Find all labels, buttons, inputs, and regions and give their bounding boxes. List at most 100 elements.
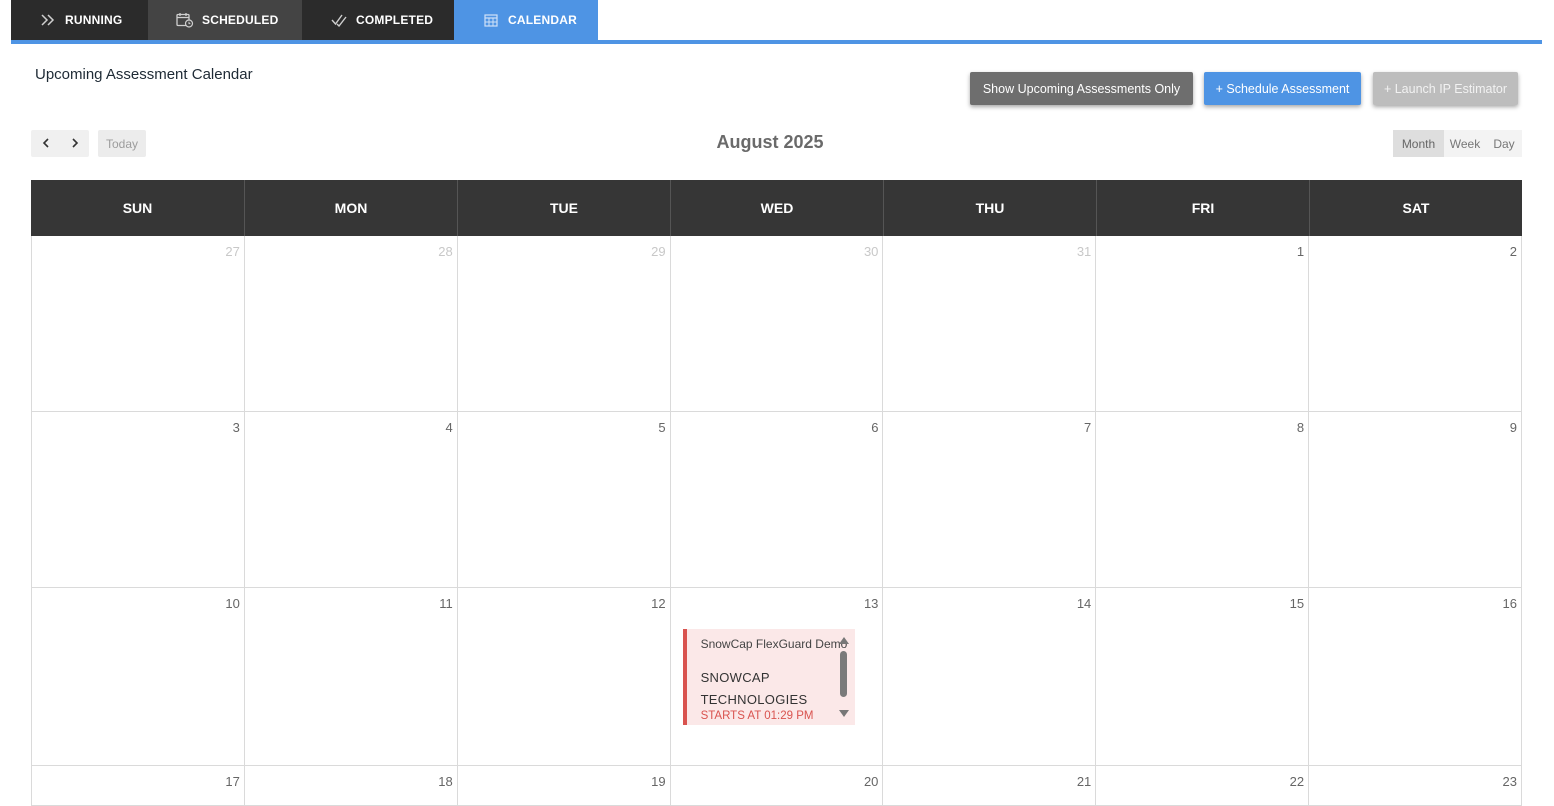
- day-cell[interactable]: 1: [1096, 236, 1310, 412]
- month-title: August 2025: [716, 132, 824, 152]
- day-number: 11: [439, 596, 453, 611]
- view-switcher: Month Week Day: [1393, 130, 1522, 157]
- day-cell[interactable]: 14: [883, 588, 1097, 766]
- day-number: 23: [1502, 774, 1517, 789]
- day-number: 19: [651, 774, 666, 789]
- day-cell[interactable]: 11: [244, 588, 458, 766]
- day-number: 29: [651, 244, 666, 259]
- next-month-button[interactable]: [60, 130, 89, 157]
- day-number: 20: [863, 774, 879, 789]
- day-cell[interactable]: 28: [244, 236, 458, 412]
- chevron-left-icon: [42, 135, 50, 153]
- calendar-week: 27 28 29 30 31 1 2: [31, 236, 1522, 412]
- event-company: SNOWCAP TECHNOLOGIES: [700, 670, 808, 707]
- view-month-button[interactable]: Month: [1393, 130, 1444, 157]
- calendar-grid-icon: [482, 11, 500, 29]
- tab-completed[interactable]: COMPLETED: [302, 0, 454, 40]
- day-cell[interactable]: 17: [32, 766, 245, 806]
- tab-scheduled[interactable]: SCHEDULED: [148, 0, 302, 40]
- day-cell[interactable]: 30: [670, 236, 884, 412]
- assessment-event[interactable]: SnowCap FlexGuard Demo SNOWCAP TECHNOLOG…: [682, 629, 855, 725]
- day-cell[interactable]: 23: [1309, 766, 1522, 806]
- tab-running[interactable]: RUNNING: [11, 0, 148, 40]
- schedule-assessment-button[interactable]: + Schedule Assessment: [1204, 72, 1361, 105]
- day-number: 4: [445, 420, 453, 435]
- day-number: 8: [1296, 420, 1305, 435]
- day-number: 17: [225, 774, 240, 789]
- day-cell[interactable]: 31: [883, 236, 1097, 412]
- day-number: 12: [651, 596, 666, 611]
- weekday-label: SUN: [122, 200, 153, 216]
- launch-ip-estimator-button[interactable]: + Launch IP Estimator: [1373, 72, 1518, 105]
- chevron-right-icon: [71, 135, 79, 153]
- day-number: 14: [1076, 596, 1092, 611]
- day-number: 6: [871, 420, 879, 435]
- prev-month-button[interactable]: [31, 130, 60, 157]
- weekday-label: TUE: [457, 180, 670, 236]
- tab-label: RUNNING: [65, 13, 123, 27]
- tab-label: COMPLETED: [356, 13, 434, 27]
- weekday-label: WED: [670, 180, 883, 236]
- day-cell[interactable]: 4: [244, 412, 458, 588]
- day-cell[interactable]: 3: [32, 412, 245, 588]
- day-cell[interactable]: 13 SnowCap FlexGuard Demo SNOWCAP TECHNO…: [670, 588, 884, 766]
- calendar-clock-icon: [176, 11, 194, 29]
- scroll-up-arrow-icon[interactable]: [838, 637, 849, 644]
- show-upcoming-button[interactable]: Show Upcoming Assessments Only: [970, 72, 1193, 105]
- day-number: 27: [225, 244, 240, 259]
- day-number: 21: [1076, 774, 1092, 789]
- day-number: 18: [438, 774, 453, 789]
- day-number: 16: [1502, 596, 1517, 611]
- day-cell[interactable]: 6: [670, 412, 884, 588]
- view-day-button[interactable]: Day: [1486, 130, 1522, 157]
- calendar-week: 10 11 12 13 SnowCap FlexGuard Demo SNOWC…: [31, 588, 1522, 766]
- day-cell[interactable]: 15: [1096, 588, 1310, 766]
- tab-calendar[interactable]: CALENDAR: [454, 0, 598, 40]
- day-cell[interactable]: 22: [1096, 766, 1310, 806]
- day-cell[interactable]: 20: [670, 766, 884, 806]
- day-number: 5: [658, 420, 666, 435]
- scroll-down-arrow-icon[interactable]: [838, 710, 849, 717]
- day-cell[interactable]: 29: [457, 236, 671, 412]
- day-number: 9: [1509, 420, 1517, 435]
- weekday-label: MON: [244, 180, 457, 236]
- day-number: 22: [1289, 774, 1305, 789]
- event-scrollbar[interactable]: [838, 637, 849, 717]
- day-number: 31: [1076, 244, 1092, 259]
- weekday-label: FRI: [1096, 180, 1309, 236]
- today-button[interactable]: Today: [98, 130, 146, 157]
- scroll-thumb[interactable]: [839, 651, 847, 697]
- day-number: 3: [232, 420, 240, 435]
- day-cell[interactable]: 8: [1096, 412, 1310, 588]
- calendar-nav: [31, 130, 89, 157]
- calendar-week: 3 4 5 6 7 8 9: [31, 412, 1522, 588]
- day-cell[interactable]: 12: [457, 588, 671, 766]
- day-number: 1: [1296, 244, 1305, 259]
- day-cell[interactable]: 10: [32, 588, 245, 766]
- day-cell[interactable]: 9: [1309, 412, 1522, 588]
- day-cell[interactable]: 18: [244, 766, 458, 806]
- view-week-button[interactable]: Week: [1444, 130, 1486, 157]
- event-start-time: STARTS AT 01:29 PM: [700, 710, 814, 722]
- day-number: 7: [1084, 420, 1092, 435]
- day-number: 30: [863, 244, 879, 259]
- day-number: 13: [863, 596, 879, 611]
- weekday-label: SAT: [1309, 180, 1522, 236]
- day-cell[interactable]: 27: [32, 236, 245, 412]
- weekday-header: SUN MON TUE WED THU FRI SAT: [31, 180, 1522, 236]
- day-cell[interactable]: 7: [883, 412, 1097, 588]
- tab-bar: RUNNING SCHEDULED COMPLETED CALENDAR: [11, 0, 1542, 44]
- day-cell[interactable]: 16: [1309, 588, 1522, 766]
- day-cell[interactable]: 5: [457, 412, 671, 588]
- double-chevron-right-icon: [39, 11, 57, 29]
- day-number: 2: [1509, 244, 1517, 259]
- day-cell[interactable]: 2: [1309, 236, 1522, 412]
- page-title: Upcoming Assessment Calendar: [35, 66, 253, 83]
- day-cell[interactable]: 21: [883, 766, 1097, 806]
- day-cell[interactable]: 19: [457, 766, 671, 806]
- weekday-label: THU: [883, 180, 1096, 236]
- day-number: 28: [438, 244, 453, 259]
- tab-label: SCHEDULED: [202, 13, 279, 27]
- event-name: SnowCap FlexGuard Demo: [700, 637, 848, 651]
- day-number: 10: [225, 596, 240, 611]
